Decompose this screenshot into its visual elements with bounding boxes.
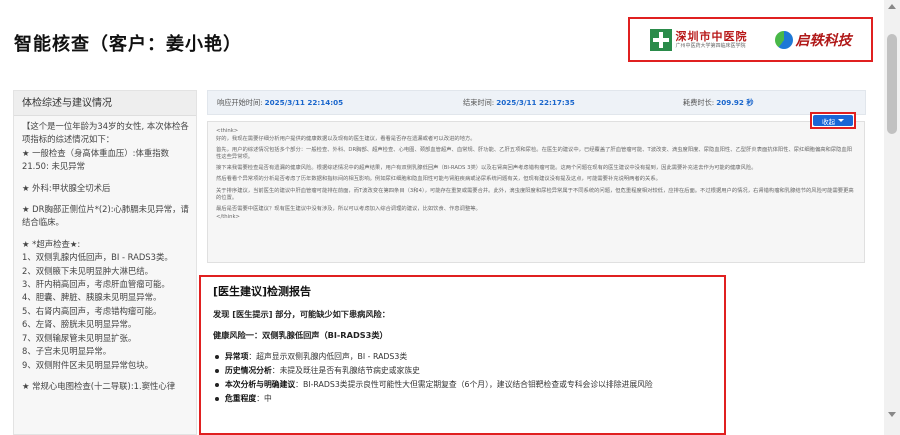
scroll-down-arrow-icon[interactable] — [888, 412, 896, 417]
analysis-panel: 响应开始时间: 2025/3/11 22:14:05 结束时间: 2025/3/11… — [199, 90, 866, 435]
think-close-tag: </think> — [216, 213, 240, 220]
brand-circle-icon — [774, 30, 793, 49]
summary-panel-title: 体检综述与建议情况 — [14, 91, 196, 116]
report-intro: 发现 [医生提示] 部分，可能缺少如下患病风险： — [213, 309, 390, 319]
summary-panel: 体检综述与建议情况 【这个是一位年龄为34岁的女性, 本次体检各项指标的综述情况… — [13, 90, 197, 435]
start-time-label: 响应开始时间: — [217, 97, 263, 107]
collapse-button-label: 收起 — [822, 117, 835, 126]
header: 智能核查（客户：姜小艳） 深圳市中医院 广州中医药大学第四临床医学院 启轶科技 — [0, 0, 878, 82]
start-time-value: 2025/3/11 22:14:05 — [264, 97, 344, 107]
end-time-value: 2025/3/11 22:17:35 — [496, 98, 575, 107]
duration-value: 209.92 秒 — [716, 98, 754, 107]
summary-paragraph: 【这个是一位年龄为34岁的女性, 本次体检各项指标的综述情况如下： — [22, 121, 189, 145]
summary-paragraph: ★ 外科:甲状腺全切术后 — [22, 182, 111, 193]
report-box: [医生建议]检测报告 发现 [医生提示] 部分，可能缺少如下患病风险： 健康风险… — [199, 275, 726, 435]
duration-label: 耗费时长: — [683, 98, 715, 107]
page-scrollbar[interactable] — [884, 0, 900, 435]
think-open-tag: <think> — [216, 128, 239, 134]
summary-panel-body: 【这个是一位年龄为34岁的女性, 本次体检各项指标的综述情况如下： ★ 一般检查… — [14, 116, 196, 393]
hospital-name: 深圳市中医院 — [675, 29, 748, 43]
brand-logo: 启轶科技 — [774, 30, 852, 50]
page-title: 智能核查（客户：姜小艳） — [14, 34, 242, 55]
summary-paragraph: ★ 一般检查（身高体重血压）:体重指数21.50: 未见异常 — [22, 147, 169, 172]
think-paragraph: 接下来我需要检查是否有遗漏的健康风险。根据综述情况中的超声结果，用户有双侧乳腺低… — [216, 165, 757, 172]
think-paragraph: 最后是否需要中医建议？现有医生建议中没有涉及，所以可以考虑加入综合调理的建议，比… — [216, 206, 481, 213]
summary-paragraph: ★ 常规心电图检查(十二导联):1.窦性心律 — [22, 380, 176, 391]
think-paragraph: 首先，用户的综述情况包括多个部分：一般检查、外科、DR胸部、超声检查、心电图、颈… — [216, 146, 853, 161]
risk-detail-item: 本次分析与明确建议：BI-RADS3类提示良性可能性大但需定期复查（6个月），建… — [213, 378, 712, 392]
risk-title: 健康风险一：双侧乳腺低回声（BI-RADS3类） — [213, 330, 388, 340]
risk-detail-list: 异常项：超声显示双侧乳腺内低回声，BI - RADS3类 历史情况分析：未提及既… — [213, 350, 712, 406]
brand-name: 启轶科技 — [795, 32, 852, 49]
think-paragraph: 然后看看个异常项的分析是否考虑了历年数据和指标间的相互影响。例如尿红细胞和隐血阳… — [216, 176, 661, 183]
collapse-button[interactable]: 收起 — [810, 112, 856, 129]
risk-detail-item: 危重程度：中 — [213, 392, 712, 406]
risk-detail-item: 历史情况分析：未提及既往是否有乳腺结节病史或家族史 — [213, 364, 712, 378]
think-box: <think> 好的，我现在需要仔细分析用户提供的健康数据以及现有的医生建议，看… — [207, 121, 865, 263]
scroll-up-arrow-icon[interactable] — [888, 4, 896, 9]
hospital-subtitle: 广州中医药大学第四临床医学院 — [675, 42, 746, 49]
scroll-thumb[interactable] — [887, 34, 897, 134]
hospital-cross-icon — [649, 28, 672, 51]
think-paragraph: 好的，我现在需要仔细分析用户提供的健康数据以及现有的医生建议，看看是否存在遗漏或… — [216, 135, 476, 142]
end-time-label: 结束时间: — [463, 98, 495, 107]
logo-box: 深圳市中医院 广州中医药大学第四临床医学院 启轶科技 — [628, 17, 873, 62]
report-title: [医生建议]检测报告 — [213, 285, 312, 298]
hospital-logo: 深圳市中医院 广州中医药大学第四临床医学院 — [649, 28, 748, 51]
summary-paragraph: ★ DR胸部正侧位片*(2):心肺膈未见异常，请结合临床。 — [22, 204, 189, 228]
page: 智能核查（客户：姜小艳） 深圳市中医院 广州中医药大学第四临床医学院 启轶科技 … — [0, 0, 900, 435]
caret-down-icon — [838, 119, 844, 122]
summary-paragraph: ★ *超声检查★: 1、双侧乳腺内低回声，BI - RADS3类。 2、双侧腋下… — [22, 238, 173, 370]
time-bar: 响应开始时间: 2025/3/11 22:14:05 结束时间: 2025/3/11… — [207, 90, 866, 115]
think-paragraph: 关于排序建议，当前医生的建议中肝血管瘤可能排在前面，而T波改变在第四条目（3和4… — [216, 187, 854, 202]
risk-detail-item: 异常项：超声显示双侧乳腺内低回声，BI - RADS3类 — [213, 350, 712, 364]
